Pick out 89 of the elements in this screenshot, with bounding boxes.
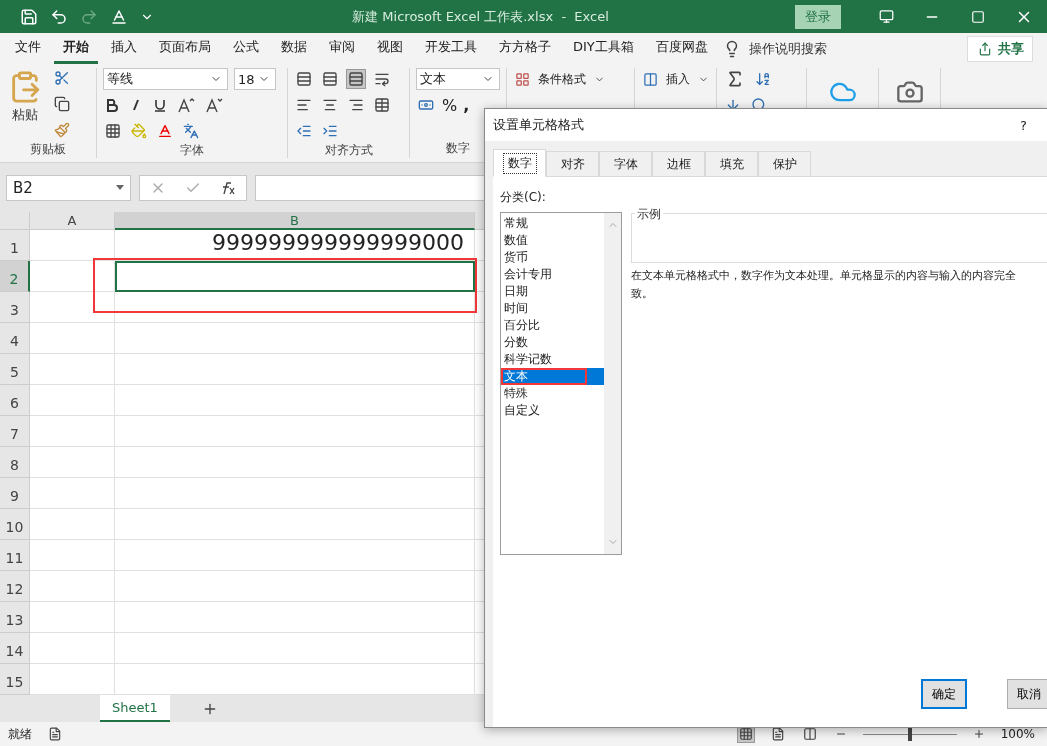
- fill-color-icon[interactable]: [129, 121, 149, 141]
- vertical-align-icon[interactable]: [294, 69, 314, 89]
- ribbon-tab[interactable]: 公式: [224, 33, 268, 64]
- ribbon-tab[interactable]: 百度网盘: [646, 33, 717, 64]
- name-box[interactable]: B2: [6, 174, 131, 201]
- category-item[interactable]: 科学记数: [501, 351, 604, 368]
- row-header[interactable]: 1: [0, 230, 30, 261]
- category-item[interactable]: 常规: [501, 215, 604, 232]
- dialog-tab[interactable]: 边框: [652, 151, 705, 177]
- styles-button[interactable]: 条件格式: [538, 70, 586, 88]
- undo-icon[interactable]: [50, 7, 68, 26]
- sheet-tab[interactable]: Sheet1: [100, 695, 170, 722]
- category-item[interactable]: 特殊: [501, 385, 604, 402]
- row-header[interactable]: 2: [0, 261, 30, 292]
- ribbon-tab[interactable]: 文件: [6, 33, 50, 64]
- ok-button[interactable]: 确定: [921, 679, 967, 709]
- ribbon-tab[interactable]: DIY工具箱: [564, 33, 643, 64]
- font-name-field[interactable]: 等线: [103, 68, 228, 90]
- dialog-tab[interactable]: 保护: [758, 151, 811, 177]
- category-item[interactable]: 自定义: [501, 402, 604, 419]
- font-color-icon[interactable]: [110, 7, 128, 26]
- category-item[interactable]: 百分比: [501, 317, 604, 334]
- border-icon[interactable]: [103, 121, 123, 141]
- paste-button[interactable]: 粘贴: [6, 68, 44, 140]
- row-header[interactable]: 15: [0, 664, 30, 695]
- category-item[interactable]: 数值: [501, 232, 604, 249]
- row-header[interactable]: 8: [0, 447, 30, 478]
- percent-button[interactable]: %: [442, 95, 458, 115]
- row-header[interactable]: 6: [0, 385, 30, 416]
- number-format-field[interactable]: 文本: [416, 68, 500, 90]
- group-label: 字体: [179, 142, 205, 159]
- column-header[interactable]: A: [30, 212, 115, 230]
- cells-button[interactable]: 插入: [666, 70, 690, 88]
- comma-button[interactable]: ,: [463, 95, 470, 115]
- row-header[interactable]: 4: [0, 323, 30, 354]
- group-label: 剪贴板: [29, 140, 67, 158]
- dialog-tab[interactable]: 数字: [493, 149, 546, 177]
- zoom-level[interactable]: 100%: [1000, 727, 1035, 741]
- description-text: 在文本单元格格式中，数字作为文本处理。单元格显示的内容与输入的内容完全: [631, 268, 1017, 284]
- dialog-tab[interactable]: 字体: [599, 151, 652, 177]
- ribbon-tab[interactable]: 页面布局: [150, 33, 220, 64]
- row-header[interactable]: 3: [0, 292, 30, 323]
- ribbon-tab[interactable]: 开发工具: [416, 33, 486, 64]
- category-item[interactable]: 时间: [501, 300, 604, 317]
- group-label: 对齐方式: [323, 142, 374, 159]
- row-header[interactable]: 14: [0, 633, 30, 664]
- table-cell: 999999999999999000: [115, 230, 475, 261]
- vertical-align-icon[interactable]: [346, 69, 366, 89]
- category-list[interactable]: 常规 数值 货币 会计专用 日期 时间 百分比 分数 科学记数 文本 特殊 自定义: [500, 212, 622, 555]
- paintbrush-icon[interactable]: [52, 120, 72, 140]
- row-header[interactable]: 10: [0, 509, 30, 540]
- row-header[interactable]: 9: [0, 478, 30, 509]
- phonetic-icon[interactable]: [181, 121, 201, 141]
- window-title: 新建 Microsoft Excel 工作表.xlsx - Excel: [351, 7, 610, 26]
- ribbon-tab[interactable]: 插入: [102, 33, 146, 64]
- status-text: 就绪: [8, 725, 32, 743]
- dialog-tab[interactable]: 对齐: [546, 151, 599, 177]
- cancel-button[interactable]: 取消: [1007, 679, 1047, 709]
- help-button[interactable]: ?: [1020, 117, 1027, 133]
- row-header[interactable]: 7: [0, 416, 30, 447]
- category-item[interactable]: 货币: [501, 249, 604, 266]
- merge-icon[interactable]: [372, 95, 392, 115]
- row-header[interactable]: 13: [0, 602, 30, 633]
- ribbon-tab[interactable]: 方方格子: [490, 33, 560, 64]
- ribbon-tab[interactable]: 数据: [272, 33, 316, 64]
- row-header[interactable]: 11: [0, 540, 30, 571]
- row-header[interactable]: 5: [0, 354, 30, 385]
- category-label: 分类(C):: [500, 189, 547, 206]
- category-item[interactable]: 文本: [501, 368, 604, 385]
- tell-me-field[interactable]: 操作说明搜索: [748, 39, 827, 58]
- column-header[interactable]: B: [115, 212, 475, 230]
- ribbon-tab[interactable]: 视图: [368, 33, 412, 64]
- login-button[interactable]: 登录: [795, 4, 841, 29]
- category-item[interactable]: 分数: [501, 334, 604, 351]
- dropdown-icon: [116, 185, 124, 190]
- group-label: 数字: [445, 139, 471, 157]
- description-text: 致。: [631, 286, 654, 302]
- row-header[interactable]: 12: [0, 571, 30, 602]
- copy-icon[interactable]: [52, 94, 72, 114]
- sample-label: 示例: [635, 206, 663, 223]
- save-icon[interactable]: [20, 7, 38, 26]
- category-item[interactable]: 日期: [501, 283, 604, 300]
- category-item[interactable]: 会计专用: [501, 266, 604, 283]
- dialog-tab[interactable]: 填充: [705, 151, 758, 177]
- share-button[interactable]: 共享: [967, 35, 1033, 62]
- font-size-field[interactable]: 18: [234, 68, 276, 90]
- vertical-align-icon[interactable]: [320, 69, 340, 89]
- dialog-title: 设置单元格格式: [493, 116, 584, 134]
- ribbon-tab[interactable]: 审阅: [320, 33, 364, 64]
